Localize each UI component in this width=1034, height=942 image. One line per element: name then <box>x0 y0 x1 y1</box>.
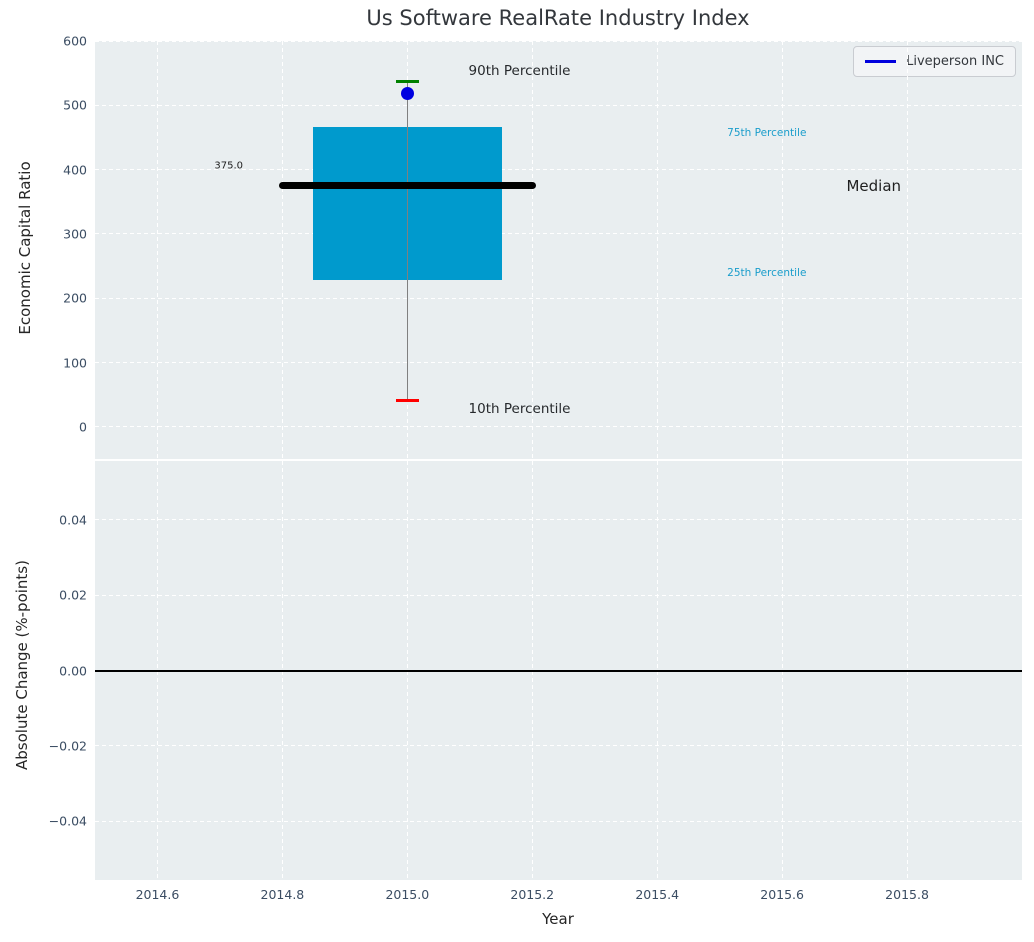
zero-reference-line <box>95 669 1022 672</box>
y-tick-label: −0.02 <box>48 738 87 754</box>
figure-canvas: Us Software RealRate Industry Index Econ… <box>0 0 1034 942</box>
company-marker-dot <box>400 86 414 100</box>
x-tick-label: 2014.8 <box>260 887 305 902</box>
x-axis-label: Year <box>542 910 574 928</box>
median-line <box>278 182 536 190</box>
top-axes-economic-capital-ratio <box>95 41 1022 459</box>
x-tick-label: 2015.8 <box>885 887 929 902</box>
y-axis-label-bottom: Absolute Change (%-points) <box>13 560 31 770</box>
y-tick-label: 0.00 <box>59 663 87 678</box>
y-tick-label: 0.02 <box>59 587 87 603</box>
x-tick-label: 2015.0 <box>385 887 430 902</box>
legend-line-icon <box>865 60 897 63</box>
y-tick-label: 500 <box>63 97 87 113</box>
y-tick-label: −0.04 <box>48 813 87 829</box>
y-tick-label: 300 <box>63 226 87 242</box>
x-tick-label: 2015.4 <box>635 887 680 902</box>
y-tick-label: 0.04 <box>59 512 87 527</box>
legend-box: Liveperson INC <box>853 46 1016 77</box>
chart-title: Us Software RealRate Industry Index <box>366 6 750 30</box>
y-tick-label: 100 <box>63 355 87 371</box>
whisker-line <box>406 81 408 401</box>
p90-cap <box>396 80 419 83</box>
x-tick-label: 2014.6 <box>135 887 180 902</box>
y-tick-label: 0 <box>79 419 87 435</box>
x-tick-label: 2015.6 <box>760 887 804 902</box>
legend-series-label: Liveperson INC <box>906 54 1004 69</box>
y-tick-label: 200 <box>63 290 87 306</box>
y-tick-label: 400 <box>63 162 87 178</box>
x-tick-label: 2015.2 <box>510 887 555 902</box>
y-tick-label: 600 <box>63 33 87 49</box>
y-axis-label-top: Economic Capital Ratio <box>16 161 34 335</box>
p10-cap <box>396 398 419 402</box>
